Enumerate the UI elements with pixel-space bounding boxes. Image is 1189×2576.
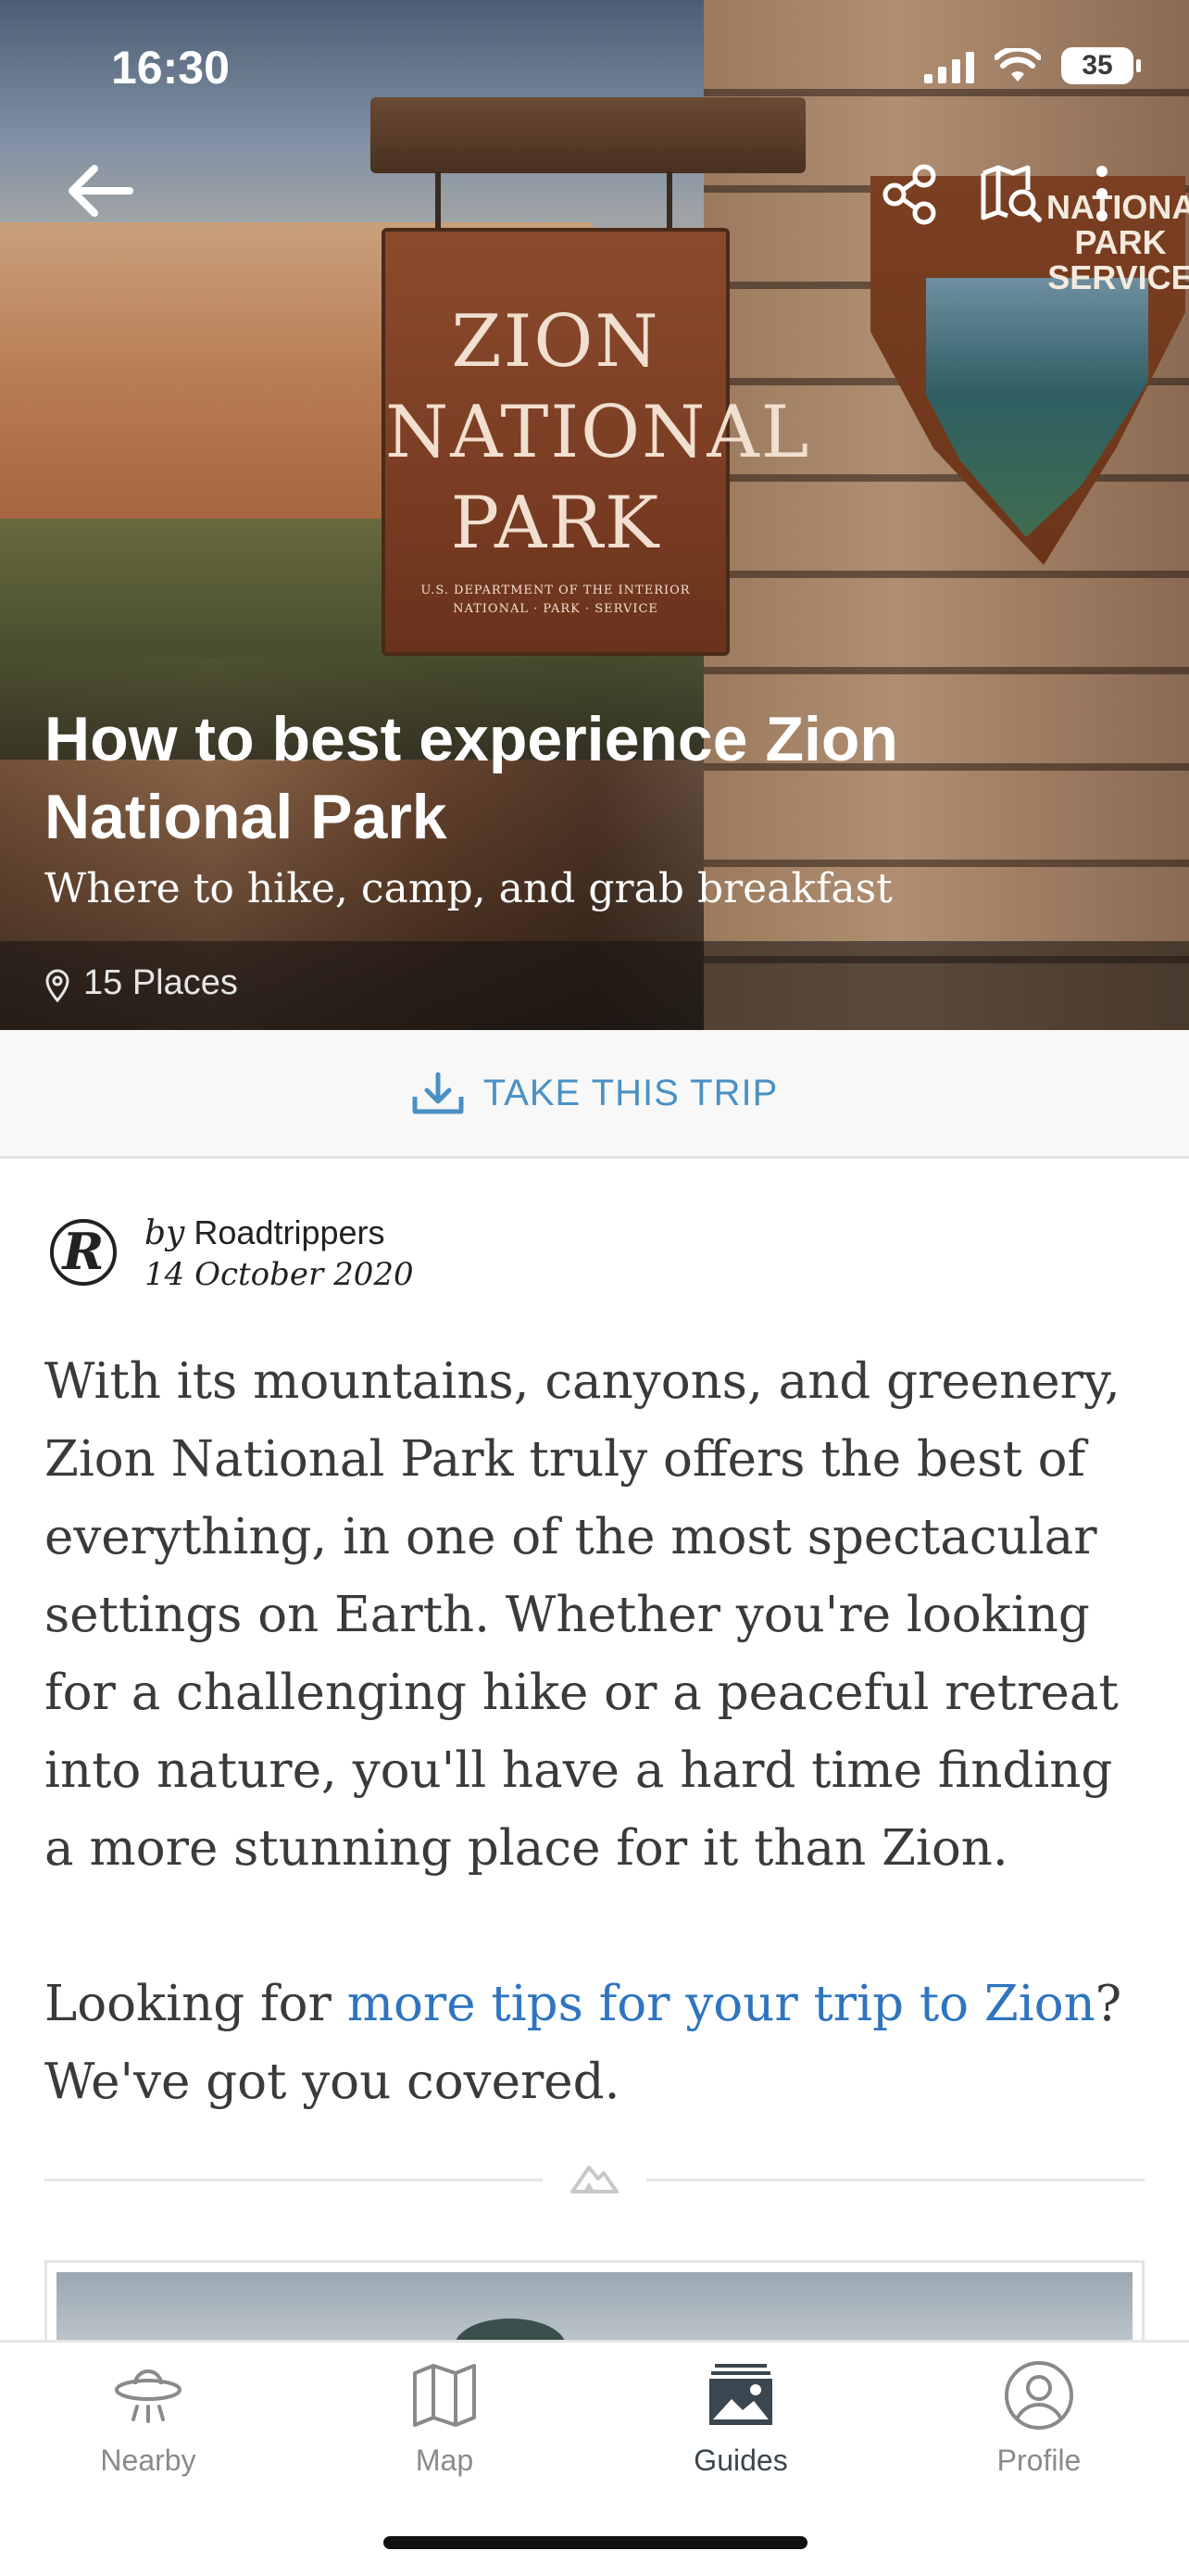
home-indicator[interactable]	[383, 2536, 807, 2549]
share-icon[interactable]	[880, 162, 941, 227]
sign-line: PARK	[450, 482, 661, 565]
article-body: With its mountains, canyons, and greener…	[44, 1343, 1146, 2121]
sign-line: ZION	[451, 300, 660, 383]
place-image-card[interactable]	[44, 2260, 1145, 2353]
battery-icon: 35	[1061, 47, 1141, 84]
back-arrow-icon[interactable]	[65, 163, 139, 219]
hero-chain	[435, 171, 441, 236]
guide-subtitle: Where to hike, camp, and grab breakfast	[44, 865, 893, 912]
status-time: 16:30	[111, 42, 230, 94]
tab-profile[interactable]: Profile	[946, 2358, 1132, 2478]
download-icon	[412, 1072, 464, 1114]
hero-park-sign: ZION NATIONAL PARK U.S. DEPARTMENT OF TH…	[382, 228, 811, 656]
tab-label: Guides	[694, 2444, 788, 2477]
wifi-icon	[995, 48, 1041, 82]
tab-label: Profile	[996, 2444, 1082, 2477]
map-search-icon[interactable]	[980, 162, 1043, 227]
author-name: Roadtrippers	[194, 1213, 385, 1251]
mountain-icon	[570, 2166, 619, 2193]
divider-line	[44, 2179, 543, 2181]
nps-text-line: SERVICE	[1047, 258, 1189, 296]
tab-nearby[interactable]: Nearby	[56, 2358, 241, 2478]
sign-line: NATIONAL	[385, 391, 811, 474]
status-icons: 35	[924, 41, 1141, 91]
places-count[interactable]: 15 Places	[83, 963, 238, 1003]
profile-icon	[1005, 2361, 1073, 2430]
sign-small-line: U.S. DEPARTMENT OF THE INTERIOR	[420, 584, 691, 597]
signal-icon	[924, 48, 974, 83]
battery-level: 35	[1082, 50, 1113, 81]
sign-small-line: NATIONAL · PARK · SERVICE	[453, 602, 658, 616]
guides-icon	[709, 2364, 772, 2425]
publish-date: 14 October 2020	[144, 1256, 414, 1293]
by-label: by	[144, 1214, 185, 1252]
article-paragraph: With its mountains, canyons, and greener…	[44, 1353, 1120, 1877]
location-pin-icon	[45, 969, 69, 1002]
tips-link[interactable]: more tips for your trip to Zion	[347, 1976, 1095, 2032]
hero-sign-beam	[370, 97, 806, 173]
more-options-icon[interactable]	[1083, 162, 1120, 227]
guide-title: How to best experience Zion National Par…	[44, 704, 898, 852]
article-text: Looking for	[44, 1976, 347, 2032]
nps-text-line: PARK	[1074, 223, 1167, 261]
divider-line	[646, 2179, 1145, 2181]
tab-label: Map	[415, 2444, 474, 2477]
tab-guides[interactable]: Guides	[648, 2358, 833, 2478]
tab-label: Nearby	[100, 2444, 196, 2477]
hero-chain	[667, 171, 672, 236]
article-paragraph: Looking for more tips for your trip to Z…	[44, 1966, 1146, 2121]
author-avatar[interactable]: R	[50, 1219, 117, 1286]
ufo-icon	[115, 2369, 181, 2423]
take-trip-label: TAKE THIS TRIP	[482, 1072, 779, 1113]
map-icon	[413, 2364, 476, 2427]
author-byline[interactable]: by Roadtrippers	[144, 1213, 385, 1252]
tab-map[interactable]: Map	[352, 2358, 537, 2478]
take-trip-button[interactable]: TAKE THIS TRIP	[0, 1030, 1189, 1159]
